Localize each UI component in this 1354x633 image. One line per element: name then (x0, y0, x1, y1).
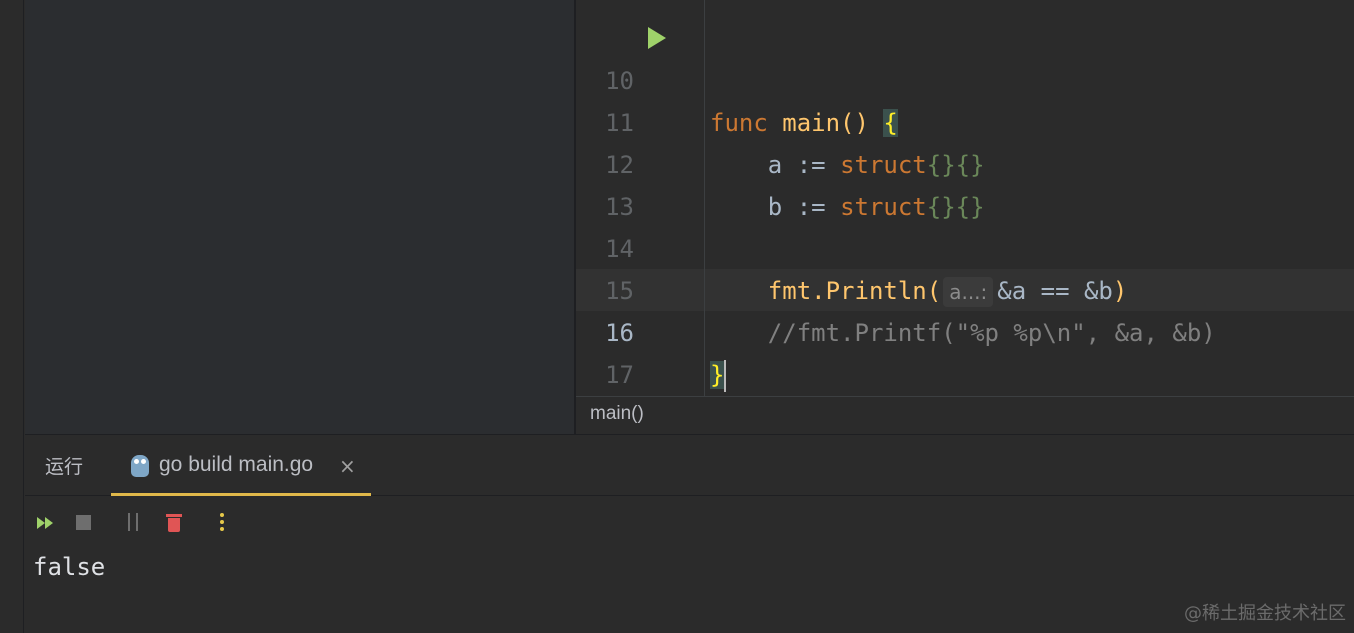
breadcrumb-bar: main() (576, 396, 1354, 434)
console-output[interactable]: false (33, 553, 105, 581)
left-tool-strip (0, 0, 24, 633)
project-pane (25, 0, 574, 434)
code-line-12[interactable]: 12 b := struct{}{} (576, 102, 1354, 221)
run-tab-bar: 运行 go build main.go × (25, 435, 1354, 496)
text-caret (724, 360, 727, 392)
code-line-15[interactable]: 15 //fmt.Printf("%p %p\n", &a, &b) (576, 228, 1354, 347)
breadcrumb[interactable]: main() (590, 403, 644, 425)
watermark: @稀土掘金技术社区 (1184, 603, 1346, 624)
line-number: 17 (605, 361, 634, 389)
run-toolbar (35, 510, 335, 536)
gopher-icon (131, 455, 149, 477)
code-line-13[interactable]: 13 (576, 144, 1354, 221)
code-line-16[interactable]: 16 } (576, 270, 1354, 392)
tab-label: go build main.go (159, 453, 314, 476)
code-line-17[interactable]: 17 (576, 312, 1354, 389)
code-line-10[interactable]: 10 func main() { (576, 18, 1354, 137)
code-line-14[interactable]: 14 fmt.Println(a...: &a == &b) (576, 186, 1354, 307)
scroll-to-end-icon[interactable] (123, 510, 147, 536)
code-line-11[interactable]: 11 a := struct{}{} (576, 60, 1354, 179)
trash-icon[interactable] (163, 510, 187, 536)
rerun-icon[interactable] (35, 510, 59, 536)
code-editor[interactable]: 10 func main() { 11 a := struct{}{} 12 b… (576, 0, 1354, 396)
stop-icon[interactable] (74, 510, 98, 536)
close-icon[interactable]: × (339, 454, 356, 478)
more-vertical-icon[interactable] (212, 510, 236, 536)
tab-go-build-main[interactable]: go build main.go × (111, 435, 371, 496)
run-tool-window: 运行 go build main.go × false (25, 434, 1354, 633)
run-panel-title: 运行 (45, 456, 84, 478)
matched-brace: } (710, 361, 725, 389)
